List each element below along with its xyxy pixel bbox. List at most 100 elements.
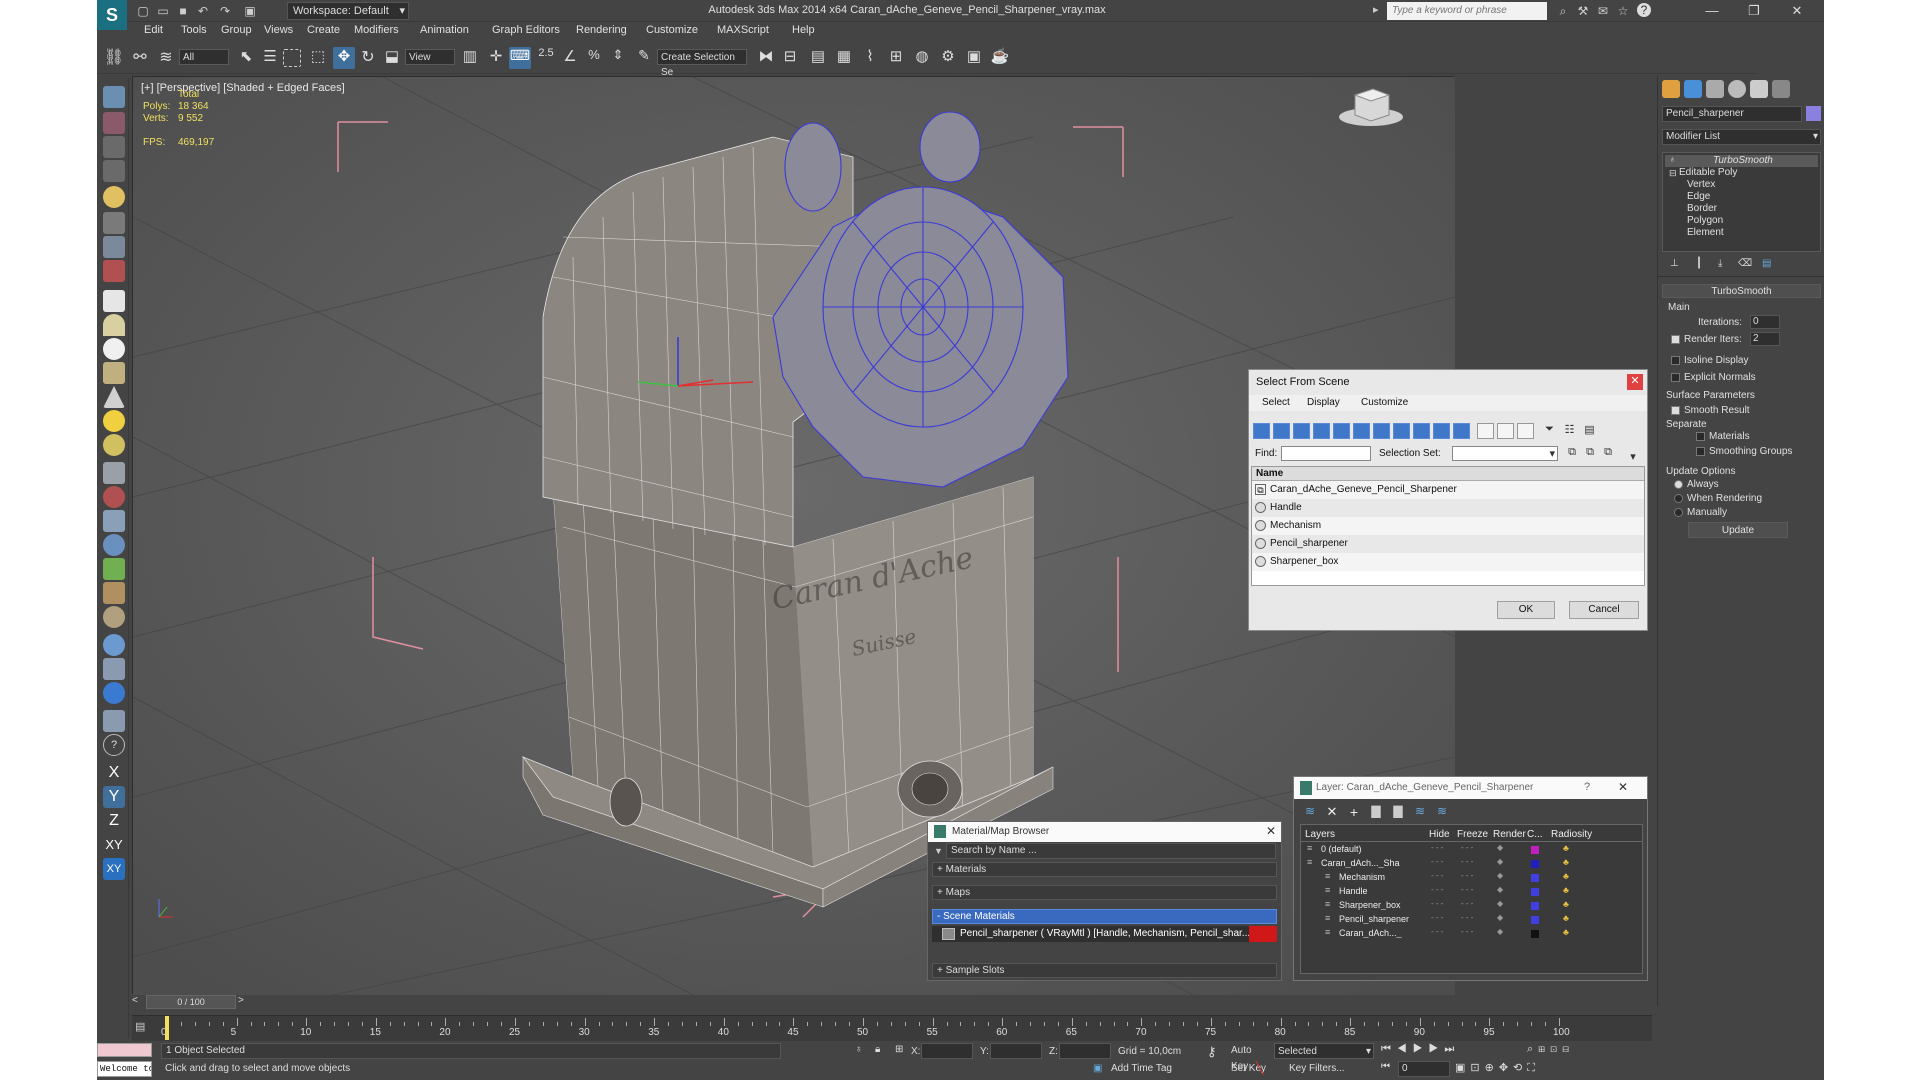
bind-space-warp-icon[interactable]: ≋ [155,47,177,69]
layer-color-swatch[interactable] [1531,860,1539,868]
object-name-input[interactable]: Pencil_sharpener [1662,106,1802,122]
layer-color-swatch[interactable] [1531,902,1539,910]
column-hide[interactable]: Hide [1429,829,1450,840]
select-dialog-close-button[interactable]: ✕ [1627,374,1643,390]
close-icon[interactable]: ✕ [1266,824,1276,838]
render-icon[interactable] [103,658,125,680]
stack-item-element[interactable]: Element [1687,227,1724,238]
column-name[interactable]: Name [1252,467,1644,481]
schematic-view-icon[interactable]: ⊞ [885,47,907,69]
communication-icon[interactable]: ✉ [1595,3,1611,19]
menu-rendering[interactable]: Rendering [576,24,627,36]
help-icon[interactable]: ? [1637,3,1651,17]
key-mode-dropdown[interactable]: Selected ▾ [1274,1043,1374,1059]
link-icon[interactable]: ⛓ [103,47,125,69]
scene-material-item[interactable]: Pencil_sharpener ( VRayMtl ) [Handle, Me… [932,926,1277,942]
open-icon[interactable]: ▭ [155,3,171,19]
pin-stack-icon[interactable]: ⊥ [1670,258,1682,270]
hide-toggle[interactable]: - - - [1431,927,1443,936]
axis-x-button[interactable]: X [103,762,125,784]
key-filters-button[interactable]: Key Filters... [1289,1061,1369,1077]
hide-toggle[interactable]: - - - [1431,913,1443,922]
track-bar[interactable]: ▤ 0 5 10 15 20 25 30 35 40 45 50 55 60 65 70 75 80 85 90 95… [132,1015,1652,1041]
layer-row[interactable]: Sharpener_box ≡ - - - - - - ◆ ♣ [1301,899,1642,913]
menu-animation[interactable]: Animation [420,24,469,36]
scene-explorer-icon[interactable] [103,112,125,134]
update-button[interactable]: Update [1688,522,1788,538]
iterations-spinner[interactable]: 0 [1750,315,1780,329]
light-icon[interactable] [103,186,125,208]
highlight-layer-icon[interactable]: ▇ [1390,804,1406,820]
radiosity-icon[interactable]: ♣ [1563,913,1569,923]
z-coord-field[interactable] [1059,1043,1111,1059]
axis-xy-button[interactable]: XY [103,834,125,856]
viewport-label[interactable]: [+] [Perspective] [Shaded + Edged Faces] [141,82,345,94]
sky-icon[interactable] [103,434,125,456]
layers-icon[interactable] [103,136,125,158]
menu-modifiers[interactable]: Modifiers [354,24,399,36]
freeze-all-icon[interactable]: ≋ [1434,804,1450,820]
minimize-button[interactable]: — [1692,1,1732,21]
radiosity-icon[interactable]: ♣ [1563,885,1569,895]
radiosity-icon[interactable]: ♣ [1563,899,1569,909]
find-input[interactable] [1281,446,1371,461]
column-radiosity[interactable]: Radiosity [1551,829,1592,840]
angle-snap-icon[interactable]: ∠ [559,47,581,69]
globe-icon[interactable] [103,534,125,556]
columns-icon[interactable]: ▤ [1581,423,1598,439]
render-toggle-icon[interactable]: ◆ [1497,899,1503,908]
modify-tab-icon[interactable] [1684,80,1702,98]
radiosity-icon[interactable]: ♣ [1563,857,1569,867]
cone-icon[interactable] [103,386,125,408]
layer-color-swatch[interactable] [1531,888,1539,896]
light-bulb-icon[interactable]: ♁ [1669,154,1676,164]
filter-icon[interactable]: ⏷ [1541,423,1558,439]
freeze-toggle[interactable]: - - - [1461,913,1473,922]
redo-icon[interactable]: ↷ [217,3,233,19]
freeze-toggle[interactable]: - - - [1461,885,1473,894]
hide-toggle[interactable]: - - - [1431,899,1443,908]
render-toggle-icon[interactable]: ◆ [1497,843,1503,852]
menu-graph-editors[interactable]: Graph Editors [492,24,560,36]
spinner-snap-icon[interactable]: ⇕ [607,47,629,69]
rectangular-selection-icon[interactable] [283,49,301,67]
select-by-name-icon[interactable]: ☰ [259,47,281,69]
menu-maxscript[interactable]: MAXScript [717,24,769,36]
plane-icon[interactable] [103,290,125,312]
app-logo[interactable]: S [97,0,127,30]
display-invert-icon[interactable] [1517,423,1534,439]
select-rotate-icon[interactable]: ↻ [357,47,379,69]
particles-icon[interactable] [103,486,125,508]
utilities-tab-icon[interactable] [1772,80,1790,98]
display-frozen-icon[interactable] [1453,423,1470,439]
radiosity-icon[interactable]: ♣ [1563,927,1569,937]
menu-group[interactable]: Group [221,24,252,36]
list-item[interactable]: Handle [1252,499,1644,517]
freeze-toggle[interactable]: - - - [1461,857,1473,866]
always-radio[interactable] [1674,480,1683,489]
render-production-icon[interactable]: ☕ [989,47,1011,69]
select-in-layer-icon[interactable]: ▇ [1368,804,1384,820]
smooth-result-checkbox[interactable] [1671,406,1680,415]
material-search-input[interactable]: Search by Name ... [946,843,1276,859]
hide-toggle[interactable]: - - - [1431,871,1443,880]
freeze-toggle[interactable]: - - - [1461,899,1473,908]
layer-help-button[interactable]: ? [1584,781,1590,793]
cancel-button[interactable]: Cancel [1569,601,1639,619]
remove-set-icon[interactable]: ⧉ [1601,446,1615,460]
curve-editor-icon[interactable]: ⌇ [859,47,881,69]
snaps-toggle-icon[interactable]: 2.5 [535,47,557,69]
help-circle-icon[interactable]: ? [103,734,125,756]
time-tag-icon[interactable]: ▣ [1093,1063,1107,1077]
menu-display[interactable]: Display [1307,397,1340,408]
column-layers[interactable]: Layers [1305,829,1335,840]
undo-icon[interactable]: ↶ [195,3,211,19]
selection-set-dropdown[interactable]: ▾ [1452,446,1558,461]
display-groups-icon[interactable] [1373,423,1390,439]
make-unique-icon[interactable]: ⤓ [1718,258,1730,270]
hide-toggle[interactable]: - - - [1431,885,1443,894]
prev-frame-icon[interactable]: < [132,995,144,1009]
auto-key-button[interactable]: Auto Key [1231,1043,1271,1072]
material-editor-icon[interactable]: ◍ [911,47,933,69]
configure-sets-icon[interactable]: ▤ [1762,258,1776,270]
